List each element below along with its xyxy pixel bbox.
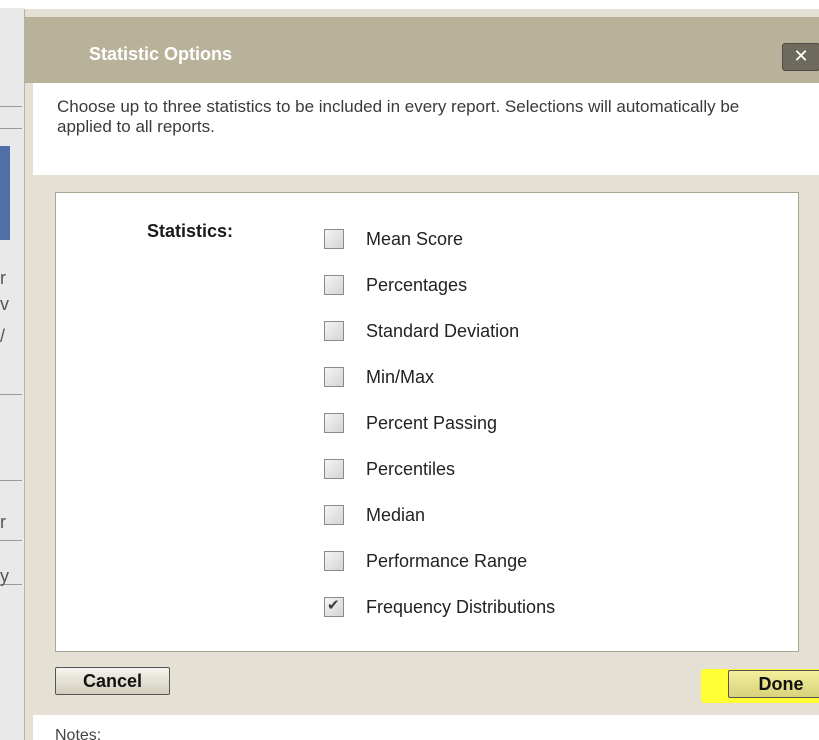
dialog-description: Choose up to three statistics to be incl… — [57, 97, 740, 136]
frequency-distributions-checkbox[interactable]: ✔ — [324, 597, 344, 617]
option-label[interactable]: Performance Range — [366, 549, 527, 573]
median-checkbox[interactable]: ✔ — [324, 505, 344, 525]
option-label[interactable]: Frequency Distributions — [366, 595, 555, 619]
performance-range-checkbox[interactable]: ✔ — [324, 551, 344, 571]
percent-passing-checkbox[interactable]: ✔ — [324, 413, 344, 433]
statistics-panel: Statistics: ✔ Mean Score ✔ Percentages ✔… — [55, 192, 799, 652]
background-divider — [0, 128, 22, 129]
option-label[interactable]: Mean Score — [366, 227, 463, 251]
option-label[interactable]: Min/Max — [366, 365, 434, 389]
background-divider — [0, 106, 22, 107]
background-text: r — [0, 268, 6, 288]
done-button[interactable]: Done — [728, 670, 819, 698]
percentiles-checkbox[interactable]: ✔ — [324, 459, 344, 479]
background-divider — [0, 394, 22, 395]
close-icon: ✕ — [793, 46, 809, 66]
screen: r v / r y Statistic Options ✕ Choose up … — [0, 0, 819, 740]
background-text: / — [0, 326, 6, 346]
background-text: y — [0, 566, 9, 586]
standard-deviation-checkbox[interactable]: ✔ — [324, 321, 344, 341]
notes-label: Notes: — [55, 727, 102, 740]
statistic-options-dialog: Statistic Options ✕ Choose up to three s… — [24, 9, 819, 740]
min-max-checkbox[interactable]: ✔ — [324, 367, 344, 387]
cancel-button[interactable]: Cancel — [55, 667, 170, 695]
dialog-titlebar[interactable]: Statistic Options ✕ — [25, 17, 819, 83]
option-label[interactable]: Percent Passing — [366, 411, 497, 435]
option-label[interactable]: Median — [366, 503, 425, 527]
option-label[interactable]: Percentiles — [366, 457, 455, 481]
background-app: r v / r y — [0, 0, 24, 740]
percentages-checkbox[interactable]: ✔ — [324, 275, 344, 295]
option-label[interactable]: Percentages — [366, 273, 467, 297]
close-button[interactable]: ✕ — [782, 43, 819, 71]
background-top-bar — [0, 0, 819, 8]
option-label[interactable]: Standard Deviation — [366, 319, 519, 343]
background-blue-panel — [0, 146, 10, 240]
background-divider — [0, 480, 22, 481]
mean-score-checkbox[interactable]: ✔ — [324, 229, 344, 249]
background-text: r — [0, 512, 6, 532]
notes-area: Notes: — [33, 715, 819, 740]
background-divider — [0, 540, 22, 541]
dialog-description-area: Choose up to three statistics to be incl… — [33, 83, 819, 175]
dialog-title: Statistic Options — [89, 44, 233, 64]
checkmark-icon: ✔ — [327, 597, 340, 614]
background-text: v — [0, 294, 9, 314]
statistics-label: Statistics: — [147, 221, 234, 241]
